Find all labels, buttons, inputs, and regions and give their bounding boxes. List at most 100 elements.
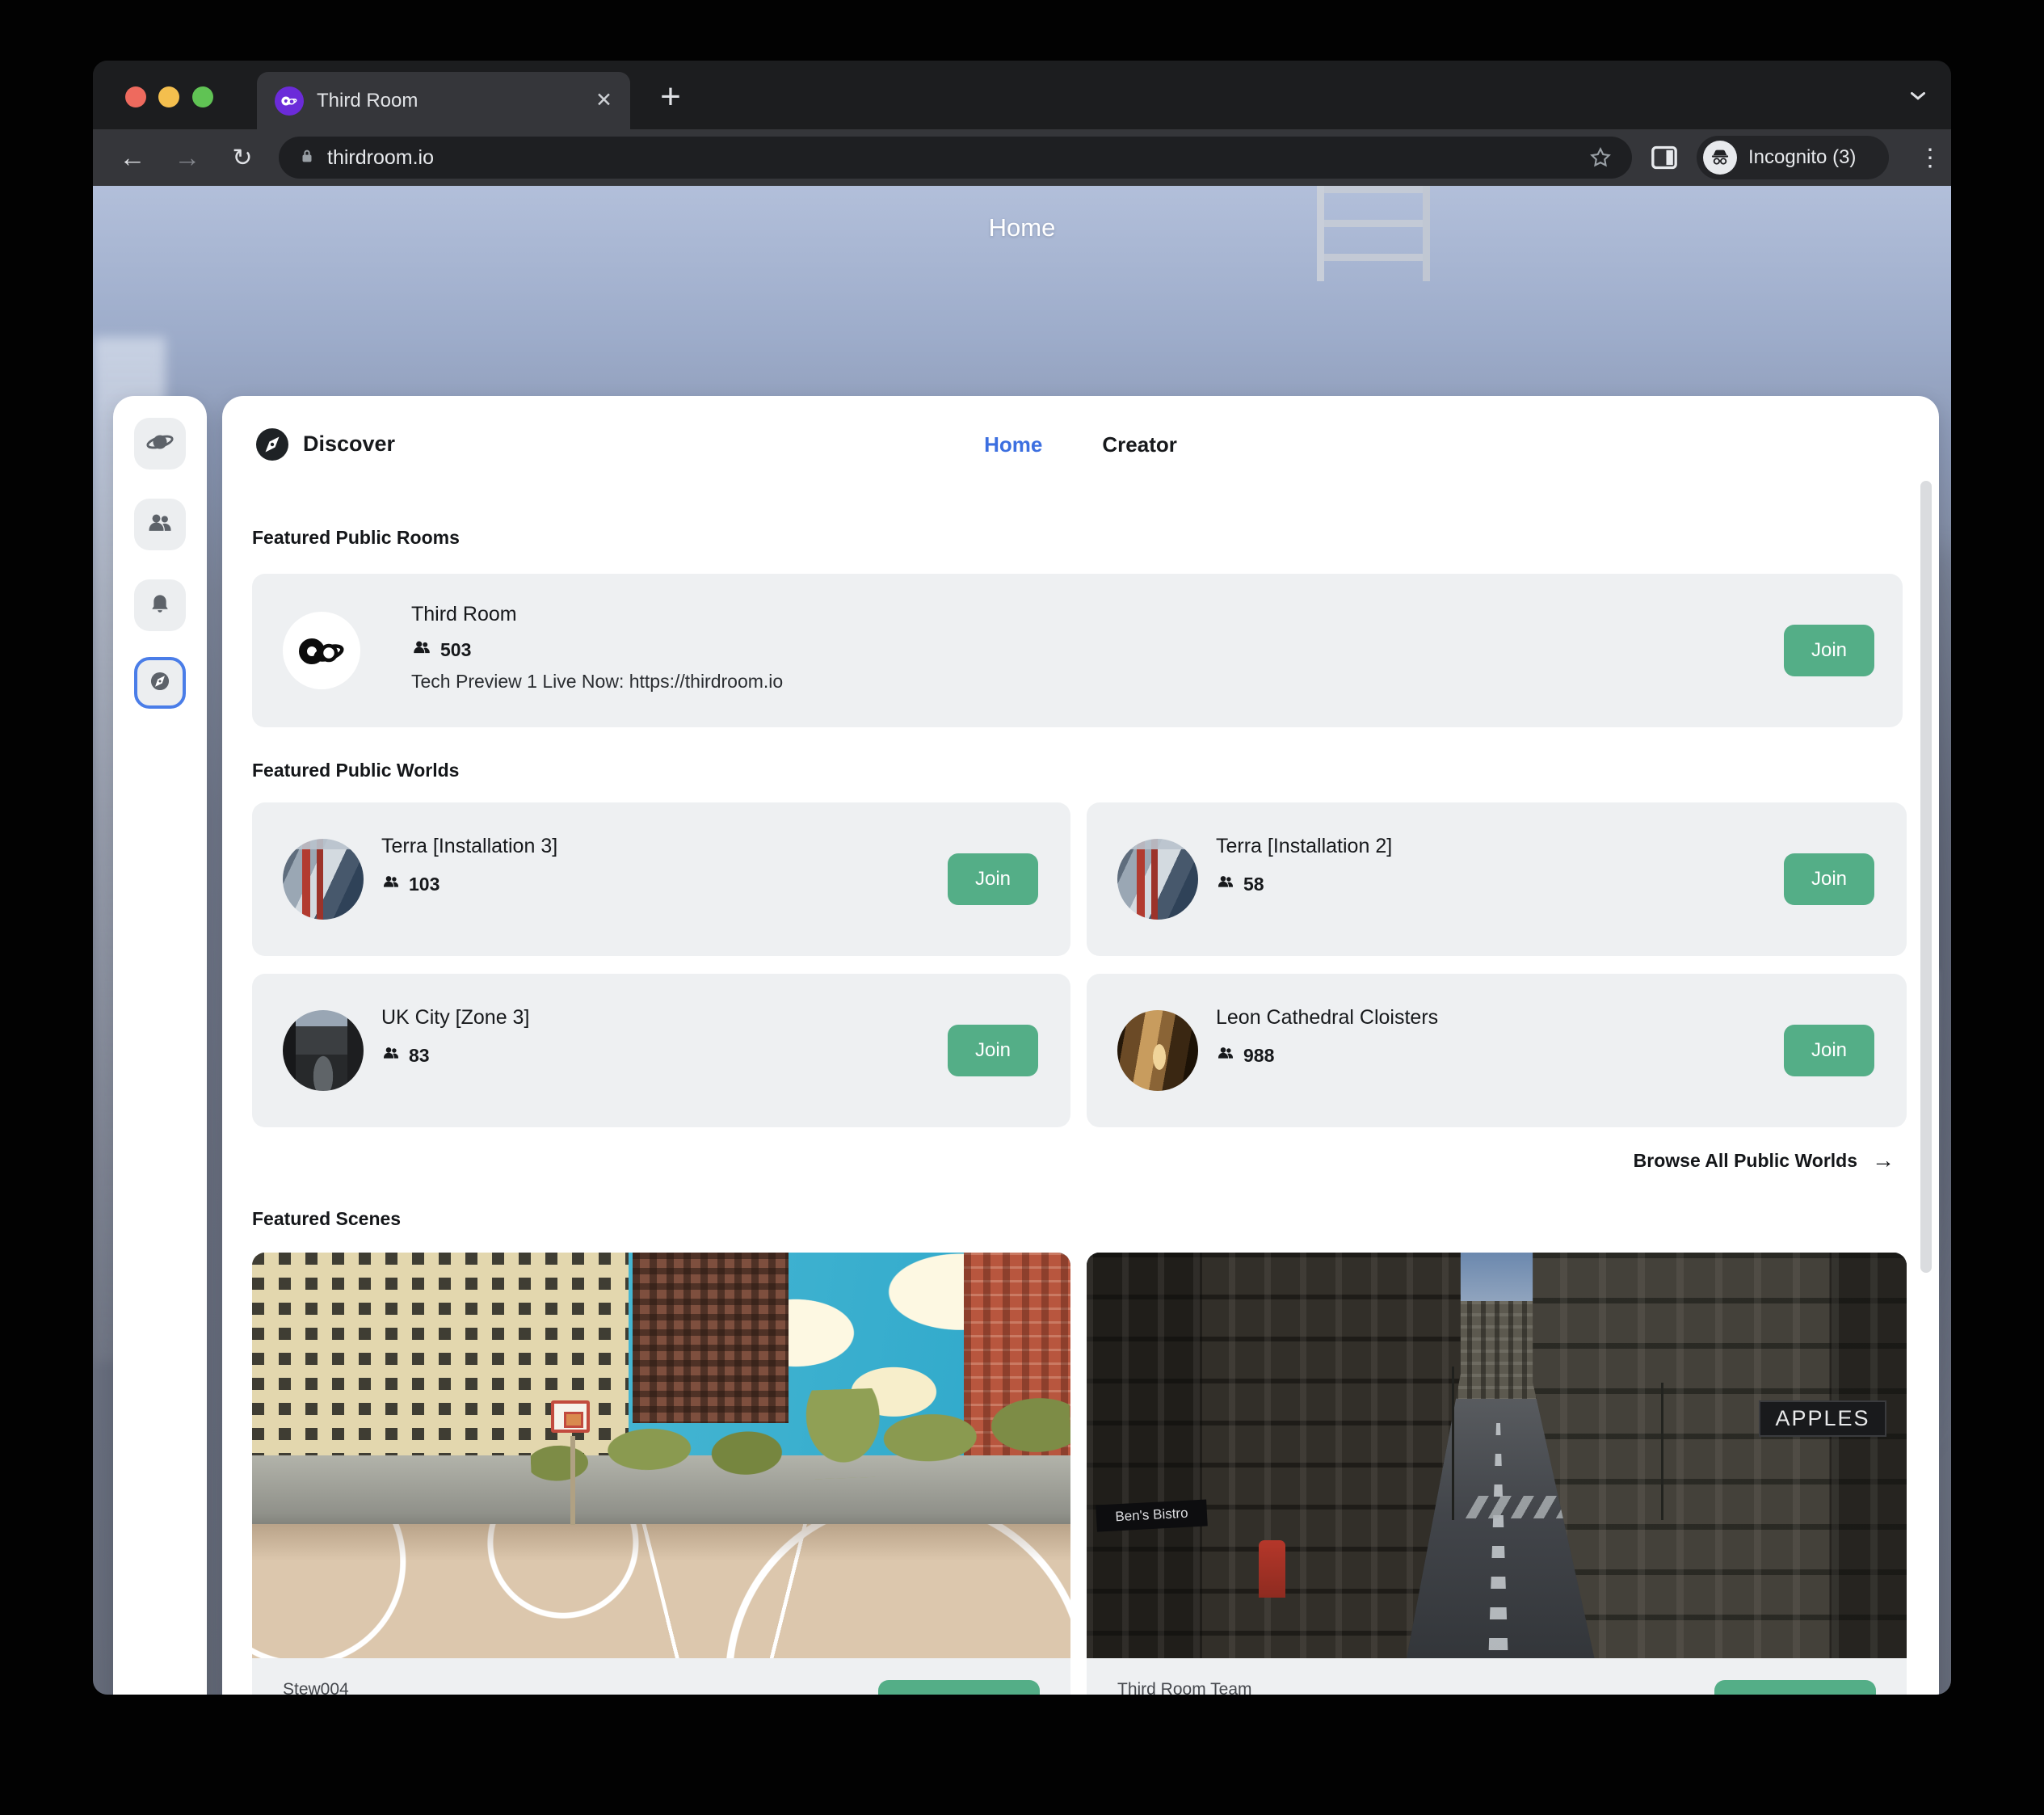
side-panel-icon[interactable] [1648,141,1680,174]
tab-creator[interactable]: Creator [1102,432,1176,457]
browser-tab[interactable]: Third Room ✕ [257,72,630,129]
reload-button[interactable]: ↻ [224,139,261,176]
tree-silhouette [1452,1367,1454,1521]
world-member-count: 988 [1216,1043,1274,1068]
uk-city-scene-preview: APPLES Ben's Bistro [1087,1253,1907,1658]
join-world-button[interactable]: Join [948,853,1038,905]
browser-window: Third Room ✕ + ← → ↻ thirdroom.io [93,61,1951,1695]
world-avatar [283,1010,364,1091]
app-sidebar: M [113,396,207,1695]
tab-strip: Third Room ✕ + [93,61,1951,129]
compass-icon [146,667,174,699]
rooms-section-heading: Featured Public Rooms [252,527,460,549]
scene-author: Stew004 [283,1680,448,1695]
tab-search-chevron-icon[interactable] [1906,83,1930,107]
bens-bistro-sign: Ben's Bistro [1096,1499,1208,1531]
forward-button[interactable]: → [169,139,206,176]
featured-room-card: Third Room 503 Tech Preview 1 Live Now: … [252,574,1903,727]
third-room-favicon-icon [275,86,304,116]
world-name: UK City [Zone 3] [381,1006,529,1030]
world-member-count-value: 58 [1243,874,1264,895]
page-title: Home [93,213,1951,242]
panel-scrollbar[interactable] [1920,481,1932,1273]
room-description: Tech Preview 1 Live Now: https://thirdro… [411,671,783,693]
basketball-hoop [551,1400,590,1433]
world-member-count: 83 [381,1043,430,1068]
world-avatar [1117,839,1198,920]
discover-panel: Discover Home Creator Featured Public Ro… [222,396,1939,1695]
sidebar-item-discover[interactable] [134,657,186,709]
third-room-logo-icon [283,612,360,689]
bookmark-star-icon[interactable] [1588,145,1613,170]
create-world-button[interactable]: Create World [1714,1680,1876,1695]
window-minimize-button[interactable] [158,86,179,107]
screen: Third Room ✕ + ← → ↻ thirdroom.io [0,0,2044,1815]
browser-menu-icon[interactable]: ⋮ [1912,139,1948,176]
window-zoom-button[interactable] [192,86,213,107]
basketball-court-scene-preview [252,1253,1070,1658]
new-tab-button[interactable]: + [649,75,692,119]
members-icon [411,637,432,663]
world-name: Terra [Installation 2] [1216,835,1392,858]
world-card: Terra [Installation 2] 58 Join [1087,802,1907,956]
join-world-button[interactable]: Join [1784,1025,1874,1076]
members-icon [381,1043,401,1068]
scenes-section-heading: Featured Scenes [252,1208,401,1230]
scene-footer: Stew004 Basketball Court Create World [252,1658,1070,1695]
join-room-button[interactable]: Join [1784,625,1874,676]
address-bar[interactable]: thirdroom.io [279,137,1632,179]
discover-tabs: Home Creator [222,396,1939,493]
sidebar-item-notifications[interactable] [134,579,186,631]
worlds-section-heading: Featured Public Worlds [252,760,459,781]
left-buildings [1087,1253,1472,1658]
world-name: Terra [Installation 3] [381,835,557,858]
tab-title: Third Room [317,90,418,112]
world-member-count-value: 103 [409,874,440,895]
scene-author: Third Room Team [1117,1680,1252,1695]
world-card: UK City [Zone 3] 83 Join [252,974,1070,1127]
world-avatar [283,839,364,920]
browse-all-label: Browse All Public Worlds [1634,1150,1857,1172]
back-button[interactable]: ← [114,139,151,176]
world-member-count: 58 [1216,872,1264,896]
url-text: thirdroom.io [327,146,434,170]
window-close-button[interactable] [125,86,146,107]
scene-card: APPLES Ben's Bistro Third Room Team UK C… [1087,1253,1907,1695]
members-icon [1216,1043,1235,1068]
sidebar-item-worlds[interactable] [134,418,186,470]
create-world-button[interactable]: Create World [878,1680,1040,1695]
scene-footer: Third Room Team UK City Create World [1087,1658,1907,1695]
tree-silhouette [1661,1383,1663,1521]
world-member-count: 103 [381,872,440,896]
scene-card: Stew004 Basketball Court Create World [252,1253,1070,1695]
arrow-right-icon: → [1872,1148,1895,1173]
incognito-badge[interactable]: Incognito (3) [1697,136,1889,179]
hedge [529,1381,1070,1489]
world-member-count-value: 83 [409,1045,430,1067]
apples-shop-sign: APPLES [1759,1400,1886,1437]
planet-icon [145,427,175,461]
browser-toolbar: ← → ↻ thirdroom.io Incognito (3) [93,129,1951,186]
members-icon [1216,872,1235,896]
bell-icon [146,590,174,621]
incognito-label: Incognito (3) [1748,146,1856,169]
join-world-button[interactable]: Join [948,1025,1038,1076]
world-name: Leon Cathedral Cloisters [1216,1006,1438,1030]
sidebar-item-friends[interactable] [134,499,186,550]
tab-close-icon[interactable]: ✕ [595,91,612,111]
room-member-count-value: 503 [440,639,471,661]
world-avatar [1117,1010,1198,1091]
world-card: Leon Cathedral Cloisters 988 Join [1087,974,1907,1127]
web-content: Home [93,186,1951,1695]
people-icon [145,508,175,541]
red-postbox [1259,1540,1285,1597]
members-icon [381,872,401,896]
lock-icon [298,147,316,169]
incognito-icon [1703,141,1737,175]
join-world-button[interactable]: Join [1784,853,1874,905]
browse-all-public-worlds-link[interactable]: Browse All Public Worlds → [1634,1148,1895,1173]
room-name: Third Room [411,603,517,626]
world-card: Terra [Installation 3] 103 Join [252,802,1070,956]
court-shadow [252,1524,1070,1560]
tab-home[interactable]: Home [984,432,1042,457]
